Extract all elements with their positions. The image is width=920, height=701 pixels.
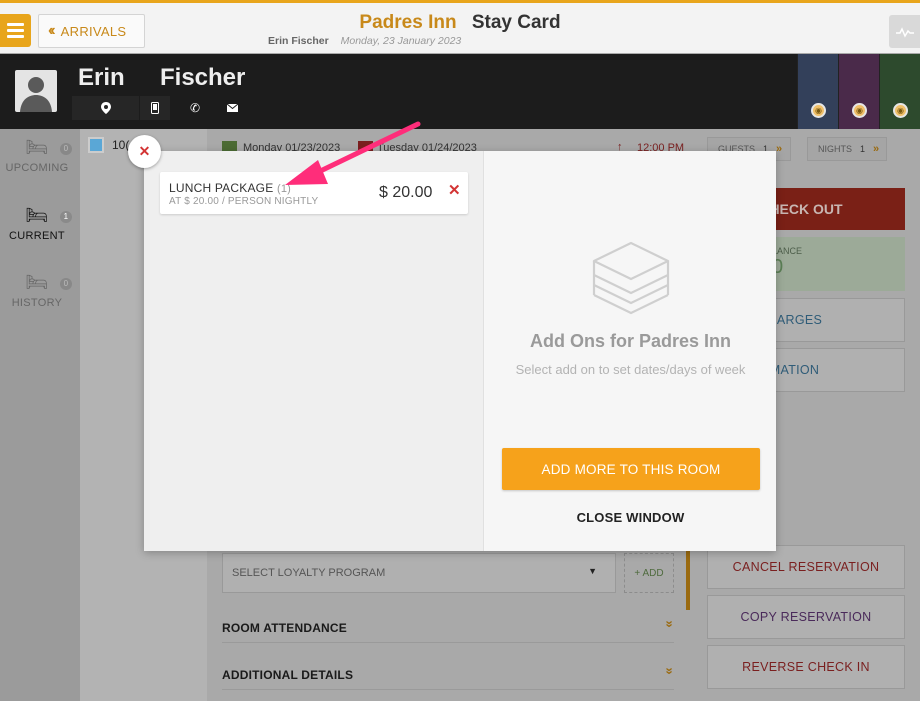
group-card-tile[interactable]: ◉ bbox=[879, 54, 920, 129]
mobile-phone-icon bbox=[151, 102, 159, 114]
sidebar-item-count: 1 bbox=[60, 211, 72, 223]
sidebar-item-count: 0 bbox=[60, 143, 72, 155]
sidebar-item-label: HISTORY bbox=[11, 297, 63, 309]
globe-icon: ◉ bbox=[852, 103, 867, 118]
subtitle-date: Monday, 23 January 2023 bbox=[340, 35, 462, 47]
page-subtitle: Erin Fischer Monday, 23 January 2023 bbox=[268, 35, 461, 47]
phone-icon: ✆ bbox=[189, 101, 201, 115]
subtitle-guest-name: Erin Fischer bbox=[268, 35, 329, 47]
room-attendance-toggle[interactable]: ROOM ATTENDANCE » bbox=[222, 620, 678, 643]
addon-price: $ 20.00 bbox=[379, 184, 433, 201]
room-status-icon bbox=[88, 137, 104, 153]
addons-modal: LUNCH PACKAGE (1) AT $ 20.00 / PERSON NI… bbox=[144, 151, 776, 551]
avatar[interactable] bbox=[15, 70, 57, 112]
addon-name-line: LUNCH PACKAGE (1) bbox=[169, 181, 291, 195]
addon-rate: AT $ 20.00 / PERSON NIGHTLY bbox=[169, 196, 319, 207]
balance-label: LANCE bbox=[772, 246, 803, 256]
page-title: Padres Inn Stay Card bbox=[0, 12, 920, 34]
reverse-check-in-label: REVERSE CHECK IN bbox=[742, 660, 870, 674]
selected-addons-panel: LUNCH PACKAGE (1) AT $ 20.00 / PERSON NI… bbox=[144, 151, 484, 551]
add-more-label: ADD MORE TO THIS ROOM bbox=[541, 461, 721, 477]
loyalty-program-select[interactable]: SELECT LOYALTY PROGRAM ▼ bbox=[222, 553, 616, 593]
reverse-check-in-button[interactable]: REVERSE CHECK IN bbox=[707, 645, 905, 689]
top-bar: ‹‹ ARRIVALS Padres Inn Stay Card Erin Fi… bbox=[0, 0, 920, 53]
close-window-button[interactable]: CLOSE WINDOW bbox=[485, 510, 776, 525]
copy-reservation-label: COPY RESERVATION bbox=[740, 610, 872, 624]
sidebar-item-history[interactable]: 🛏 HISTORY 0 bbox=[0, 272, 74, 309]
cancel-reservation-label: CANCEL RESERVATION bbox=[732, 560, 880, 574]
add-loyalty-button[interactable]: + ADD bbox=[624, 553, 674, 593]
close-icon: ✕ bbox=[138, 143, 151, 159]
add-more-to-room-button[interactable]: ADD MORE TO THIS ROOM bbox=[502, 448, 760, 490]
sidebar-item-label: CURRENT bbox=[9, 230, 65, 242]
empty-state-subtitle: Select add on to set dates/days of week bbox=[515, 362, 746, 377]
double-chevron-down-icon: » bbox=[662, 667, 678, 672]
nights-value: 1 bbox=[860, 144, 866, 154]
layers-icon bbox=[592, 241, 670, 315]
sidebar-item-count: 0 bbox=[60, 278, 72, 290]
nights-button[interactable]: NIGHTS 1 » bbox=[807, 137, 887, 161]
location-pin-icon bbox=[100, 102, 111, 114]
hotel-name: Padres Inn bbox=[359, 12, 457, 33]
check-out-label: HECK OUT bbox=[769, 201, 843, 217]
balance-value: 0 bbox=[772, 256, 784, 278]
additional-details-toggle[interactable]: ADDITIONAL DETAILS » bbox=[222, 667, 678, 690]
caret-down-icon: ▼ bbox=[588, 566, 597, 576]
sidebar-item-upcoming[interactable]: 🛏 UPCOMING 0 bbox=[0, 137, 74, 174]
address-field[interactable] bbox=[72, 96, 139, 120]
circles-icon: ◉ bbox=[893, 103, 908, 118]
addon-item[interactable]: LUNCH PACKAGE (1) AT $ 20.00 / PERSON NI… bbox=[160, 172, 468, 214]
envelope-icon bbox=[226, 104, 238, 112]
email-field[interactable] bbox=[218, 96, 246, 120]
guest-last-name[interactable]: Fischer bbox=[160, 64, 245, 92]
remove-addon-button[interactable]: ✕ bbox=[448, 183, 461, 199]
copy-reservation-button[interactable]: COPY RESERVATION bbox=[707, 595, 905, 639]
add-loyalty-label: + ADD bbox=[634, 567, 664, 579]
empty-state-title: Add Ons for Padres Inn bbox=[529, 331, 732, 351]
double-chevron-right-icon: » bbox=[873, 143, 880, 155]
sidebar-item-current[interactable]: 🛏 CURRENT 1 bbox=[0, 205, 74, 242]
chevron-down-icon: » bbox=[776, 143, 783, 155]
nights-label: NIGHTS bbox=[818, 144, 853, 154]
cancel-reservation-button[interactable]: CANCEL RESERVATION bbox=[707, 545, 905, 589]
close-modal-button[interactable]: ✕ bbox=[128, 135, 161, 168]
guest-bar: Erin Fischer ✆ ◉ ◉ ◉ bbox=[0, 54, 920, 129]
travel-agent-card-tile[interactable]: ◉ bbox=[838, 54, 879, 129]
mobile-field[interactable] bbox=[140, 96, 170, 120]
sidebar: 🛏 UPCOMING 0 🛏 CURRENT 1 🛏 HISTORY 0 bbox=[0, 129, 80, 701]
room-number[interactable]: 10( bbox=[112, 138, 129, 152]
addon-quantity: (1) bbox=[276, 183, 291, 195]
stay-card-title: Stay Card bbox=[471, 12, 561, 33]
addon-name: LUNCH PACKAGE bbox=[169, 181, 274, 195]
loyalty-placeholder: SELECT LOYALTY PROGRAM bbox=[232, 567, 386, 579]
company-card-tile[interactable]: ◉ bbox=[797, 54, 838, 129]
close-icon: ✕ bbox=[448, 182, 461, 199]
sidebar-item-label: UPCOMING bbox=[5, 162, 69, 174]
additional-details-label: ADDITIONAL DETAILS bbox=[222, 668, 354, 682]
phone-field[interactable]: ✆ bbox=[180, 96, 210, 120]
room-attendance-label: ROOM ATTENDANCE bbox=[222, 621, 347, 635]
pulse-icon bbox=[895, 26, 914, 38]
guest-cards: ◉ ◉ ◉ bbox=[797, 54, 920, 129]
addon-details-panel: Add Ons for Padres Inn Select add on to … bbox=[485, 151, 776, 551]
double-chevron-down-icon: » bbox=[662, 620, 678, 625]
person-silhouette-icon bbox=[20, 77, 52, 112]
activity-graph-button[interactable] bbox=[889, 15, 920, 48]
guest-first-name[interactable]: Erin bbox=[78, 64, 125, 92]
building-icon: ◉ bbox=[811, 103, 826, 118]
